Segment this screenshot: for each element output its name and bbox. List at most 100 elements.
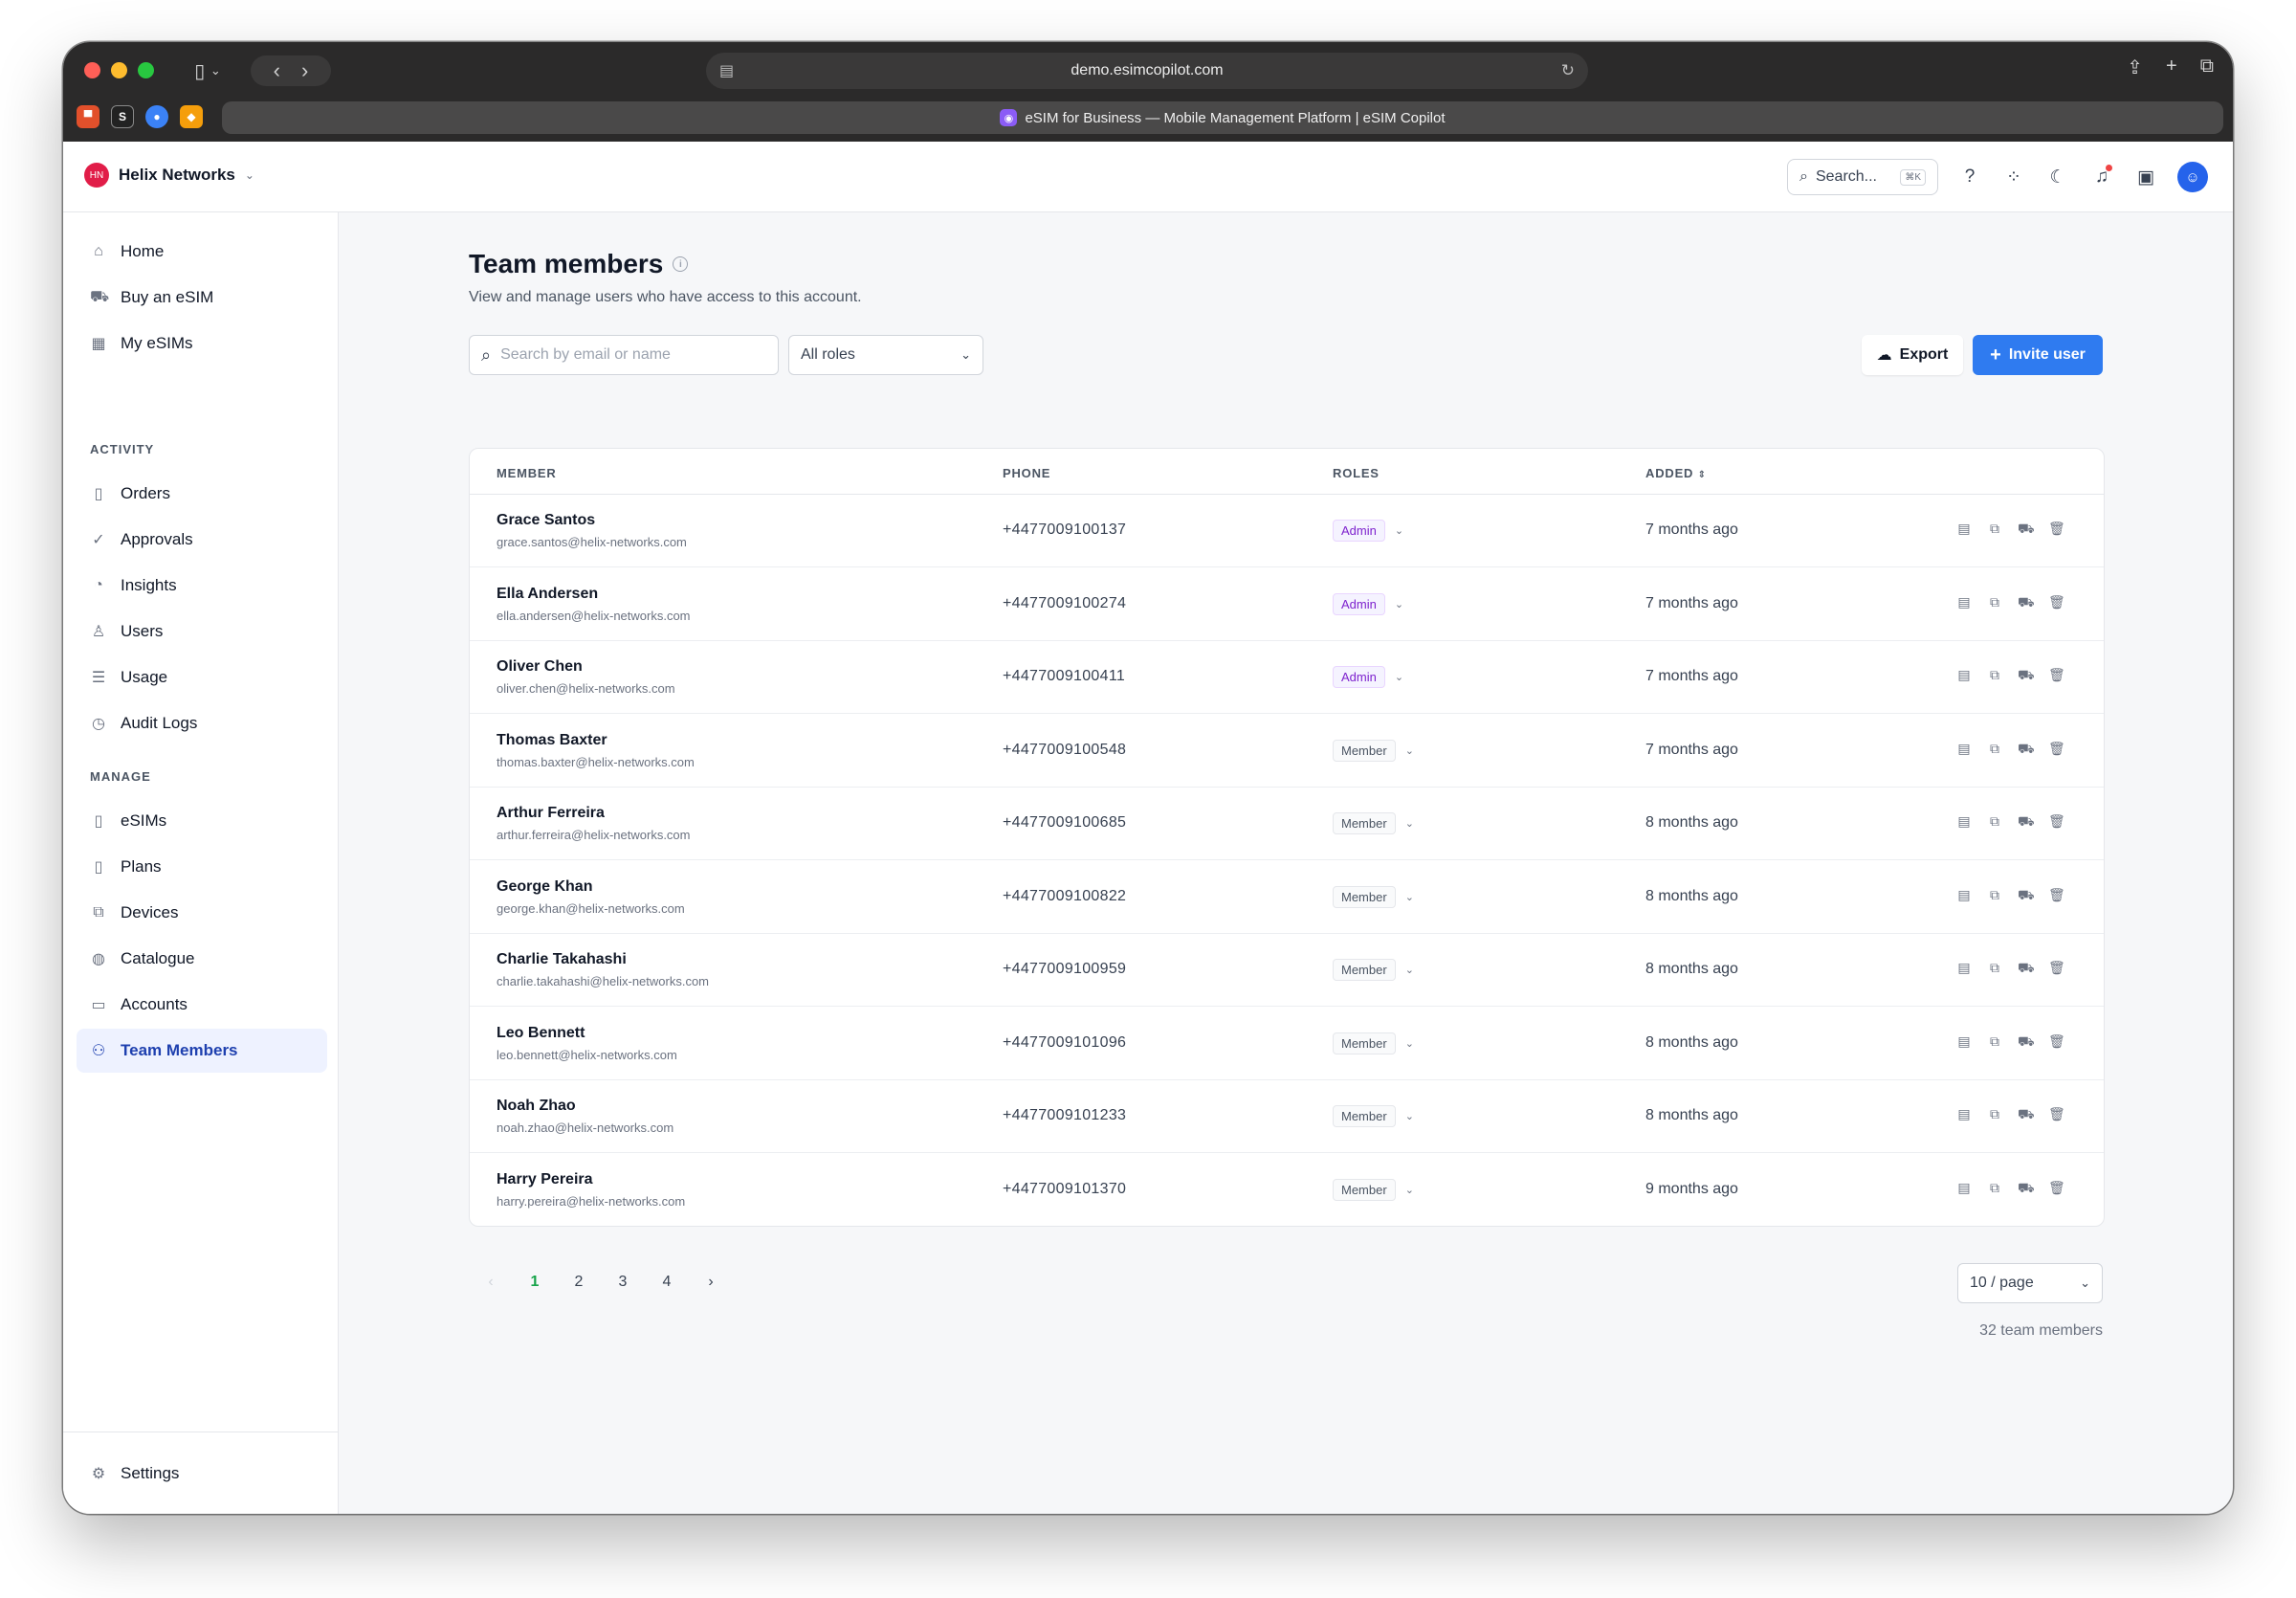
sidebar-item-plans[interactable]: ▯ Plans: [77, 845, 327, 889]
active-tab[interactable]: ◉ eSIM for Business — Mobile Management …: [222, 101, 2223, 134]
cart-icon[interactable]: ⛟: [2018, 1033, 2035, 1052]
pinned-tab-icon[interactable]: ◆: [180, 105, 203, 128]
trash-icon[interactable]: 🗑: [2048, 594, 2065, 612]
sidebar-item-catalogue[interactable]: ◍ Catalogue: [77, 937, 327, 981]
table-row[interactable]: Noah Zhao noah.zhao@helix-networks.com +…: [470, 1080, 2104, 1153]
trash-icon[interactable]: 🗑: [2048, 1033, 2065, 1052]
page-number-button[interactable]: 1: [513, 1265, 557, 1299]
cart-icon[interactable]: ⛟: [2018, 887, 2035, 905]
copy-icon[interactable]: ⧉: [1987, 594, 2002, 612]
help-icon[interactable]: ?: [1957, 165, 1982, 189]
browser-sidebar-toggle[interactable]: ▯ ⌄: [176, 55, 239, 86]
roles-filter-select[interactable]: All roles ⌄: [788, 335, 983, 375]
minimize-window-button[interactable]: [111, 62, 127, 78]
prev-page-button[interactable]: ‹: [469, 1265, 513, 1299]
global-search-button[interactable]: ⌕ Search... ⌘K: [1787, 159, 1938, 195]
sidebar-item-home[interactable]: ⌂ Home: [77, 230, 327, 274]
view-details-icon[interactable]: ▤: [1956, 741, 1972, 759]
forward-icon[interactable]: ›: [301, 58, 308, 83]
cart-icon[interactable]: ⛟: [2018, 594, 2035, 612]
pinned-tab-icon[interactable]: ▀: [77, 105, 99, 128]
org-switcher[interactable]: HN Helix Networks ⌄: [84, 163, 254, 188]
view-details-icon[interactable]: ▤: [1956, 813, 1972, 832]
info-icon[interactable]: i: [673, 256, 689, 272]
cart-icon[interactable]: ⛟: [2018, 813, 2035, 832]
table-row[interactable]: Harry Pereira harry.pereira@helix-networ…: [470, 1154, 2104, 1227]
trash-icon[interactable]: 🗑: [2048, 887, 2065, 905]
trash-icon[interactable]: 🗑: [2048, 813, 2065, 832]
column-header-added[interactable]: ADDED ⇕: [1645, 466, 1707, 480]
cart-icon[interactable]: ⛟: [2018, 741, 2035, 759]
cart-icon[interactable]: ⛟: [2018, 667, 2035, 685]
cart-icon[interactable]: ⛟: [2018, 521, 2035, 539]
role-selector[interactable]: Member ⌄: [1333, 1105, 1414, 1127]
copy-icon[interactable]: ⧉: [1987, 1180, 2002, 1198]
invite-user-button[interactable]: + Invite user: [1973, 335, 2103, 375]
sidebar-item-audit-logs[interactable]: ◷ Audit Logs: [77, 701, 327, 745]
view-details-icon[interactable]: ▤: [1956, 521, 1972, 539]
view-details-icon[interactable]: ▤: [1956, 960, 1972, 978]
trash-icon[interactable]: 🗑: [2048, 1106, 2065, 1124]
maximize-window-button[interactable]: [138, 62, 154, 78]
sidebar-item-esims[interactable]: ▯ eSIMs: [77, 799, 327, 843]
sidebar-item-buy-esim[interactable]: ⛟ Buy an eSIM: [77, 276, 327, 320]
cart-icon[interactable]: ⛟: [2018, 1180, 2035, 1198]
table-row[interactable]: Leo Bennett leo.bennett@helix-networks.c…: [470, 1008, 2104, 1080]
export-button[interactable]: ☁ Export: [1862, 335, 1963, 375]
role-selector[interactable]: Member ⌄: [1333, 1032, 1414, 1054]
table-row[interactable]: Charlie Takahashi charlie.takahashi@heli…: [470, 934, 2104, 1007]
trash-icon[interactable]: 🗑: [2048, 521, 2065, 539]
table-row[interactable]: Ella Andersen ella.andersen@helix-networ…: [470, 568, 2104, 641]
view-details-icon[interactable]: ▤: [1956, 887, 1972, 905]
role-selector[interactable]: Member ⌄: [1333, 739, 1414, 762]
user-avatar[interactable]: ☺: [2177, 162, 2208, 192]
table-row[interactable]: George Khan george.khan@helix-networks.c…: [470, 861, 2104, 934]
view-details-icon[interactable]: ▤: [1956, 667, 1972, 685]
sidebar-item-orders[interactable]: ▯ Orders: [77, 472, 327, 516]
bell-icon[interactable]: ♫: [2089, 165, 2114, 189]
trash-icon[interactable]: 🗑: [2048, 960, 2065, 978]
role-selector[interactable]: Member ⌄: [1333, 812, 1414, 834]
view-details-icon[interactable]: ▤: [1956, 1033, 1972, 1052]
share-icon[interactable]: ⇪: [2127, 55, 2143, 79]
role-selector[interactable]: Member ⌄: [1333, 959, 1414, 981]
copy-icon[interactable]: ⧉: [1987, 887, 2002, 905]
table-row[interactable]: Grace Santos grace.santos@helix-networks…: [470, 495, 2104, 567]
role-selector[interactable]: Member ⌄: [1333, 1178, 1414, 1201]
sidebar-item-my-esims[interactable]: ▦ My eSIMs: [77, 322, 327, 366]
sidebar-item-approvals[interactable]: ✓ Approvals: [77, 518, 327, 562]
trash-icon[interactable]: 🗑: [2048, 741, 2065, 759]
address-bar[interactable]: ▤ demo.esimcopilot.com ↻: [706, 53, 1588, 89]
table-row[interactable]: Oliver Chen oliver.chen@helix-networks.c…: [470, 641, 2104, 714]
table-row[interactable]: Arthur Ferreira arthur.ferreira@helix-ne…: [470, 788, 2104, 860]
apps-icon[interactable]: ⁘: [2001, 165, 2026, 189]
reload-icon[interactable]: ↻: [1561, 61, 1575, 80]
sidebar-item-team-members[interactable]: ⚇ Team Members: [77, 1029, 327, 1073]
copy-icon[interactable]: ⧉: [1987, 741, 2002, 759]
page-number-button[interactable]: 4: [645, 1265, 689, 1299]
page-settings-icon[interactable]: ▤: [719, 61, 734, 80]
copy-icon[interactable]: ⧉: [1987, 813, 2002, 832]
copy-icon[interactable]: ⧉: [1987, 1033, 2002, 1052]
sidebar-item-usage[interactable]: ☰ Usage: [77, 655, 327, 699]
trash-icon[interactable]: 🗑: [2048, 667, 2065, 685]
cart-icon[interactable]: ⛟: [2018, 960, 2035, 978]
view-details-icon[interactable]: ▤: [1956, 1180, 1972, 1198]
moon-icon[interactable]: ☾: [2045, 165, 2070, 189]
role-selector[interactable]: Member ⌄: [1333, 885, 1414, 908]
sidebar-item-accounts[interactable]: ▭ Accounts: [77, 983, 327, 1027]
sidebar-item-insights[interactable]: ◔ Insights: [77, 564, 327, 608]
view-details-icon[interactable]: ▤: [1956, 594, 1972, 612]
trash-icon[interactable]: 🗑: [2048, 1180, 2065, 1198]
table-row[interactable]: Thomas Baxter thomas.baxter@helix-networ…: [470, 715, 2104, 788]
sidebar-item-users[interactable]: ♙ Users: [77, 610, 327, 654]
back-icon[interactable]: ‹: [274, 58, 280, 83]
new-tab-icon[interactable]: +: [2166, 55, 2177, 79]
currency-icon[interactable]: ▣: [2133, 165, 2158, 189]
next-page-button[interactable]: ›: [689, 1265, 733, 1299]
tab-overview-icon[interactable]: ⧉: [2200, 55, 2214, 79]
member-search-input[interactable]: [500, 346, 766, 364]
role-selector[interactable]: Admin ⌄: [1333, 666, 1403, 688]
cart-icon[interactable]: ⛟: [2018, 1106, 2035, 1124]
sidebar-item-devices[interactable]: ⧉ Devices: [77, 891, 327, 935]
